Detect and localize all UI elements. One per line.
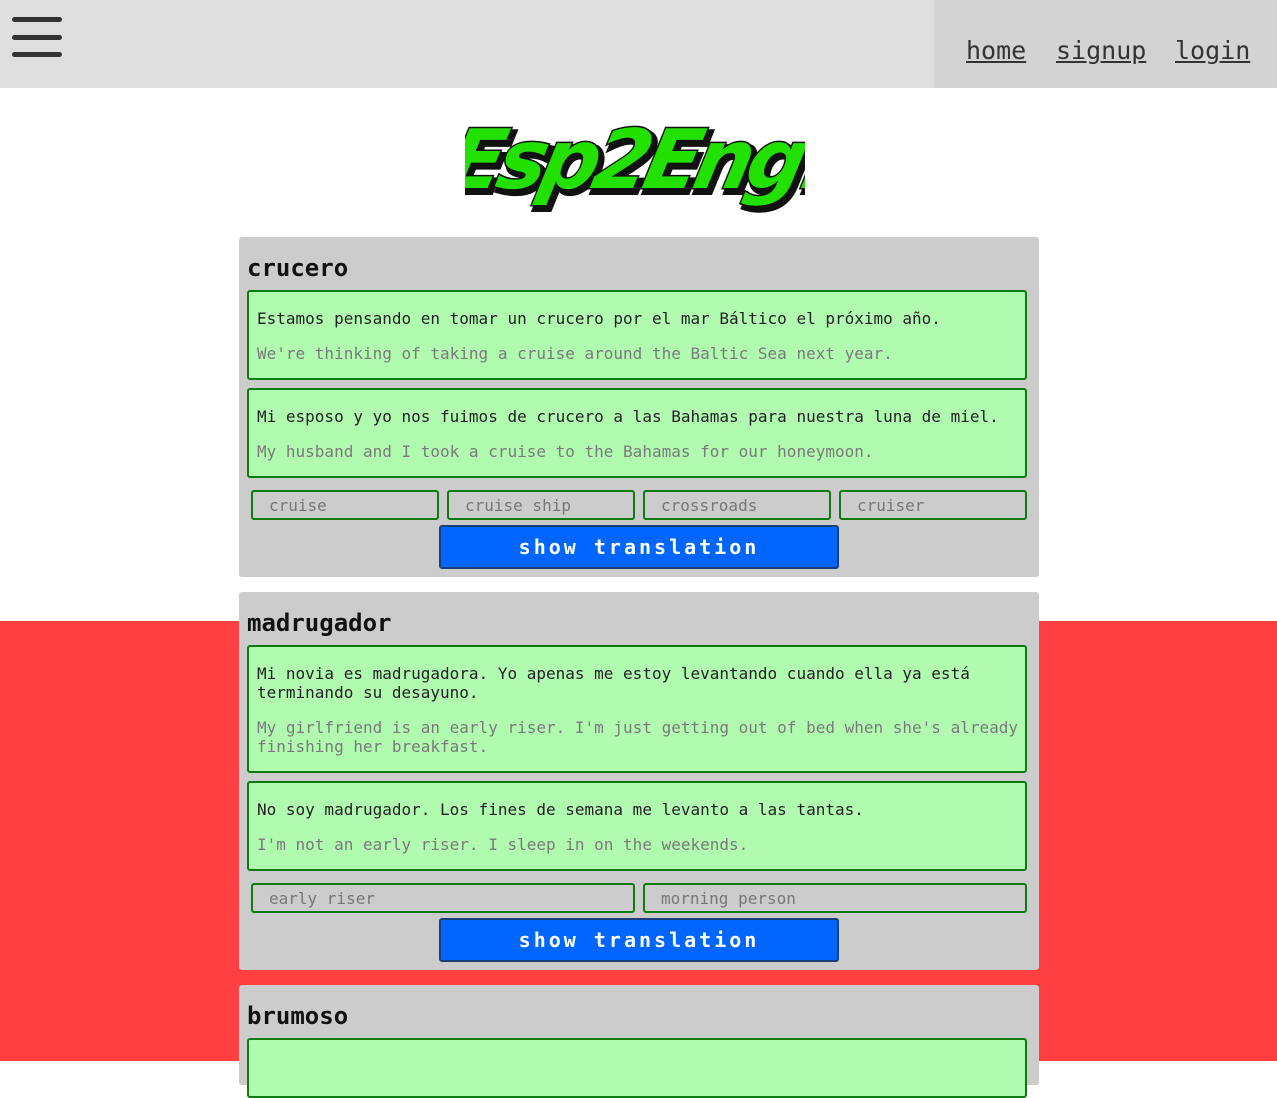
spanish-sentence: Mi novia es madrugadora. Yo apenas me es… [257, 664, 970, 702]
spanish-sentence: Estamos pensando en tomar un crucero por… [257, 309, 941, 328]
logo-graphic: Esp2Eng! Esp2Eng! [438, 110, 850, 214]
answer-option[interactable]: cruise ship [447, 490, 635, 520]
answer-option[interactable]: morning person [643, 883, 1027, 913]
example-sentence: Estamos pensando en tomar un crucero por… [247, 290, 1027, 380]
word-title: crucero [247, 254, 349, 282]
answer-option[interactable]: crossroads [643, 490, 831, 520]
spanish-sentence: Mi esposo y yo nos fuimos de crucero a l… [257, 407, 999, 426]
hamburger-menu-icon[interactable] [12, 17, 62, 59]
word-card: madrugador Mi novia es madrugadora. Yo a… [239, 592, 1039, 970]
nav-login-link[interactable]: login [1175, 36, 1250, 65]
nav-home-link[interactable]: home [966, 36, 1026, 65]
example-sentence [247, 1038, 1027, 1098]
english-translation: My girlfriend is an early riser. I'm jus… [257, 718, 1018, 756]
example-sentence: Mi novia es madrugadora. Yo apenas me es… [247, 645, 1027, 773]
show-translation-button[interactable]: show translation [439, 918, 839, 962]
menu-bar [12, 52, 62, 57]
menu-bar [12, 17, 62, 22]
example-sentence: No soy madrugador. Los fines de semana m… [247, 781, 1027, 871]
answer-option[interactable]: cruiser [839, 490, 1027, 520]
word-card: crucero Estamos pensando en tomar un cru… [239, 237, 1039, 577]
word-title: madrugador [247, 609, 392, 637]
menu-bar [12, 35, 62, 40]
nav-links: home signup login [934, 0, 1277, 88]
top-bar: home signup login [0, 0, 1277, 88]
answer-option[interactable]: cruise [251, 490, 439, 520]
answer-option[interactable]: early riser [251, 883, 635, 913]
word-title: brumoso [247, 1002, 349, 1030]
english-translation: We're thinking of taking a cruise around… [257, 344, 893, 363]
show-translation-button[interactable]: show translation [439, 525, 839, 569]
spanish-sentence: No soy madrugador. Los fines de semana m… [257, 800, 864, 819]
english-translation: I'm not an early riser. I sleep in on th… [257, 835, 749, 854]
example-sentence: Mi esposo y yo nos fuimos de crucero a l… [247, 388, 1027, 478]
site-logo[interactable]: Esp2Eng! Esp2Eng! [438, 93, 850, 215]
word-card: brumoso [239, 985, 1039, 1098]
logo-text: Esp2Eng! [465, 112, 805, 208]
nav-signup-link[interactable]: signup [1056, 36, 1146, 65]
english-translation: My husband and I took a cruise to the Ba… [257, 442, 874, 461]
